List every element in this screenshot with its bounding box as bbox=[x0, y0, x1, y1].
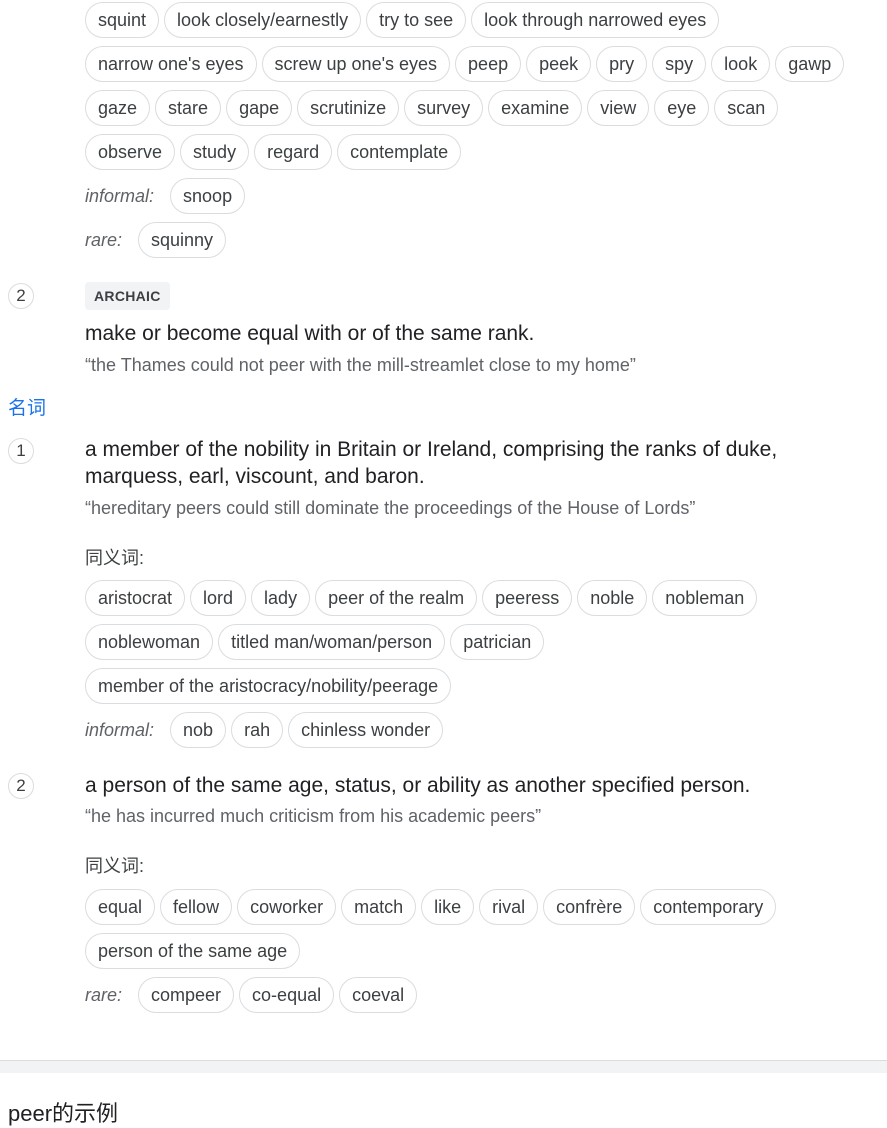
synonym-chip[interactable]: examine bbox=[488, 90, 583, 126]
synonyms-label: 同义词: bbox=[85, 548, 145, 568]
synonym-chip[interactable]: aristocrat bbox=[85, 580, 186, 616]
informal-row: informal: nob rah chinless wonder bbox=[85, 708, 885, 752]
synonym-chip[interactable]: pry bbox=[596, 46, 648, 82]
definition-text: a person of the same age, status, or abi… bbox=[85, 774, 751, 797]
synonym-chip[interactable]: snoop bbox=[170, 178, 246, 214]
synonym-row: gaze stare gape scrutinize survey examine view… bbox=[85, 86, 885, 130]
synonym-chip[interactable]: equal bbox=[85, 889, 156, 925]
synonym-row: aristocrat lord lady peer of the realm peere… bbox=[85, 576, 885, 620]
synonym-row: equal fellow coworker match like rival confrèr… bbox=[85, 885, 885, 929]
synonym-chip[interactable]: member of the aristocracy/nobility/peera… bbox=[85, 668, 452, 704]
synonym-chip[interactable]: contemporary bbox=[640, 889, 777, 925]
synonym-chip[interactable]: coeval bbox=[339, 977, 418, 1013]
synonym-chip[interactable]: eye bbox=[654, 90, 710, 126]
synonym-chip[interactable]: screw up one's eyes bbox=[261, 46, 451, 82]
synonym-row: person of the same age bbox=[85, 929, 885, 973]
verb-sense1-synonyms: squint look closely/earnestly try to see lo… bbox=[85, 0, 885, 262]
informal-label: informal: bbox=[85, 719, 155, 740]
dictionary-panel: squint look closely/earnestly try to see lo… bbox=[0, 0, 887, 1126]
register-badge: ARCHAIC bbox=[85, 282, 170, 310]
rare-row: rare: squinny bbox=[85, 218, 885, 262]
synonym-chip[interactable]: peeress bbox=[482, 580, 573, 616]
noun-sense2-synonyms: equal fellow coworker match like rival confrèr… bbox=[85, 885, 885, 1017]
part-of-speech-noun: 名词 bbox=[8, 398, 47, 419]
synonym-chip[interactable]: gawp bbox=[775, 46, 845, 82]
synonym-chip[interactable]: observe bbox=[85, 134, 176, 170]
rare-label: rare: bbox=[85, 229, 123, 250]
synonym-chip[interactable]: chinless wonder bbox=[288, 712, 444, 748]
synonym-chip[interactable]: lady bbox=[251, 580, 311, 616]
synonym-chip[interactable]: regard bbox=[254, 134, 333, 170]
example-text: “hereditary peers could still dominate t… bbox=[85, 498, 696, 518]
synonym-chip[interactable]: squinny bbox=[138, 222, 227, 258]
sense-number: 2 bbox=[8, 283, 34, 309]
informal-row: informal: snoop bbox=[85, 174, 885, 218]
definition-text: make or become equal with or of the same… bbox=[85, 322, 535, 345]
informal-label: informal: bbox=[85, 185, 155, 206]
synonym-chip[interactable]: squint bbox=[85, 2, 160, 38]
synonym-chip[interactable]: compeer bbox=[138, 977, 235, 1013]
synonym-chip[interactable]: confrère bbox=[543, 889, 636, 925]
synonym-chip[interactable]: scrutinize bbox=[297, 90, 400, 126]
synonym-chip[interactable]: try to see bbox=[366, 2, 467, 38]
synonym-chip[interactable]: contemplate bbox=[337, 134, 462, 170]
synonym-chip[interactable]: noblewoman bbox=[85, 624, 214, 660]
synonym-chip[interactable]: survey bbox=[404, 90, 484, 126]
synonym-chip[interactable]: narrow one's eyes bbox=[85, 46, 257, 82]
synonym-chip[interactable]: look through narrowed eyes bbox=[471, 2, 720, 38]
sense-number: 1 bbox=[8, 438, 34, 464]
synonym-chip[interactable]: scan bbox=[714, 90, 779, 126]
rare-row: rare: compeer co-equal coeval bbox=[85, 973, 885, 1017]
synonym-chip[interactable]: like bbox=[421, 889, 475, 925]
synonym-chip[interactable]: patrician bbox=[450, 624, 545, 660]
synonym-chip[interactable]: peep bbox=[455, 46, 522, 82]
synonym-chip[interactable]: lord bbox=[190, 580, 247, 616]
synonym-chip[interactable]: nobleman bbox=[652, 580, 758, 616]
synonym-chip[interactable]: coworker bbox=[237, 889, 337, 925]
synonym-chip[interactable]: noble bbox=[577, 580, 648, 616]
synonym-chip[interactable]: peer of the realm bbox=[315, 580, 478, 616]
synonym-chip[interactable]: match bbox=[341, 889, 417, 925]
example-text: “he has incurred much criticism from his… bbox=[85, 806, 542, 826]
synonym-row: member of the aristocracy/nobility/peera… bbox=[85, 664, 885, 708]
rare-label: rare: bbox=[85, 984, 123, 1005]
synonym-chip[interactable]: stare bbox=[155, 90, 222, 126]
synonym-chip[interactable]: co-equal bbox=[239, 977, 335, 1013]
section-divider bbox=[0, 1060, 887, 1073]
synonym-chip[interactable]: look bbox=[711, 46, 771, 82]
definition-text: a member of the nobility in Britain or I… bbox=[85, 438, 778, 488]
synonym-row: noblewoman titled man/woman/person patrici… bbox=[85, 620, 885, 664]
synonym-row: observe study regard contemplate bbox=[85, 130, 885, 174]
synonym-chip[interactable]: view bbox=[587, 90, 650, 126]
synonym-row: narrow one's eyes screw up one's eyes peep… bbox=[85, 42, 885, 86]
examples-section-title: peer的示例 bbox=[8, 1101, 119, 1126]
noun-sense1-synonyms: aristocrat lord lady peer of the realm peere… bbox=[85, 576, 885, 752]
example-text: “the Thames could not peer with the mill… bbox=[85, 355, 636, 375]
synonym-chip[interactable]: gape bbox=[226, 90, 293, 126]
synonym-chip[interactable]: person of the same age bbox=[85, 933, 301, 969]
synonym-chip[interactable]: nob bbox=[170, 712, 227, 748]
synonym-chip[interactable]: fellow bbox=[160, 889, 233, 925]
synonyms-label: 同义词: bbox=[85, 856, 145, 876]
synonym-chip[interactable]: spy bbox=[652, 46, 707, 82]
synonym-chip[interactable]: titled man/woman/person bbox=[218, 624, 446, 660]
synonym-chip[interactable]: peek bbox=[526, 46, 592, 82]
sense-number: 2 bbox=[8, 773, 34, 799]
synonym-chip[interactable]: rah bbox=[231, 712, 284, 748]
synonym-row: squint look closely/earnestly try to see lo… bbox=[85, 0, 885, 42]
synonym-chip[interactable]: look closely/earnestly bbox=[164, 2, 362, 38]
synonym-chip[interactable]: gaze bbox=[85, 90, 151, 126]
synonym-chip[interactable]: study bbox=[180, 134, 250, 170]
synonym-chip[interactable]: rival bbox=[479, 889, 539, 925]
